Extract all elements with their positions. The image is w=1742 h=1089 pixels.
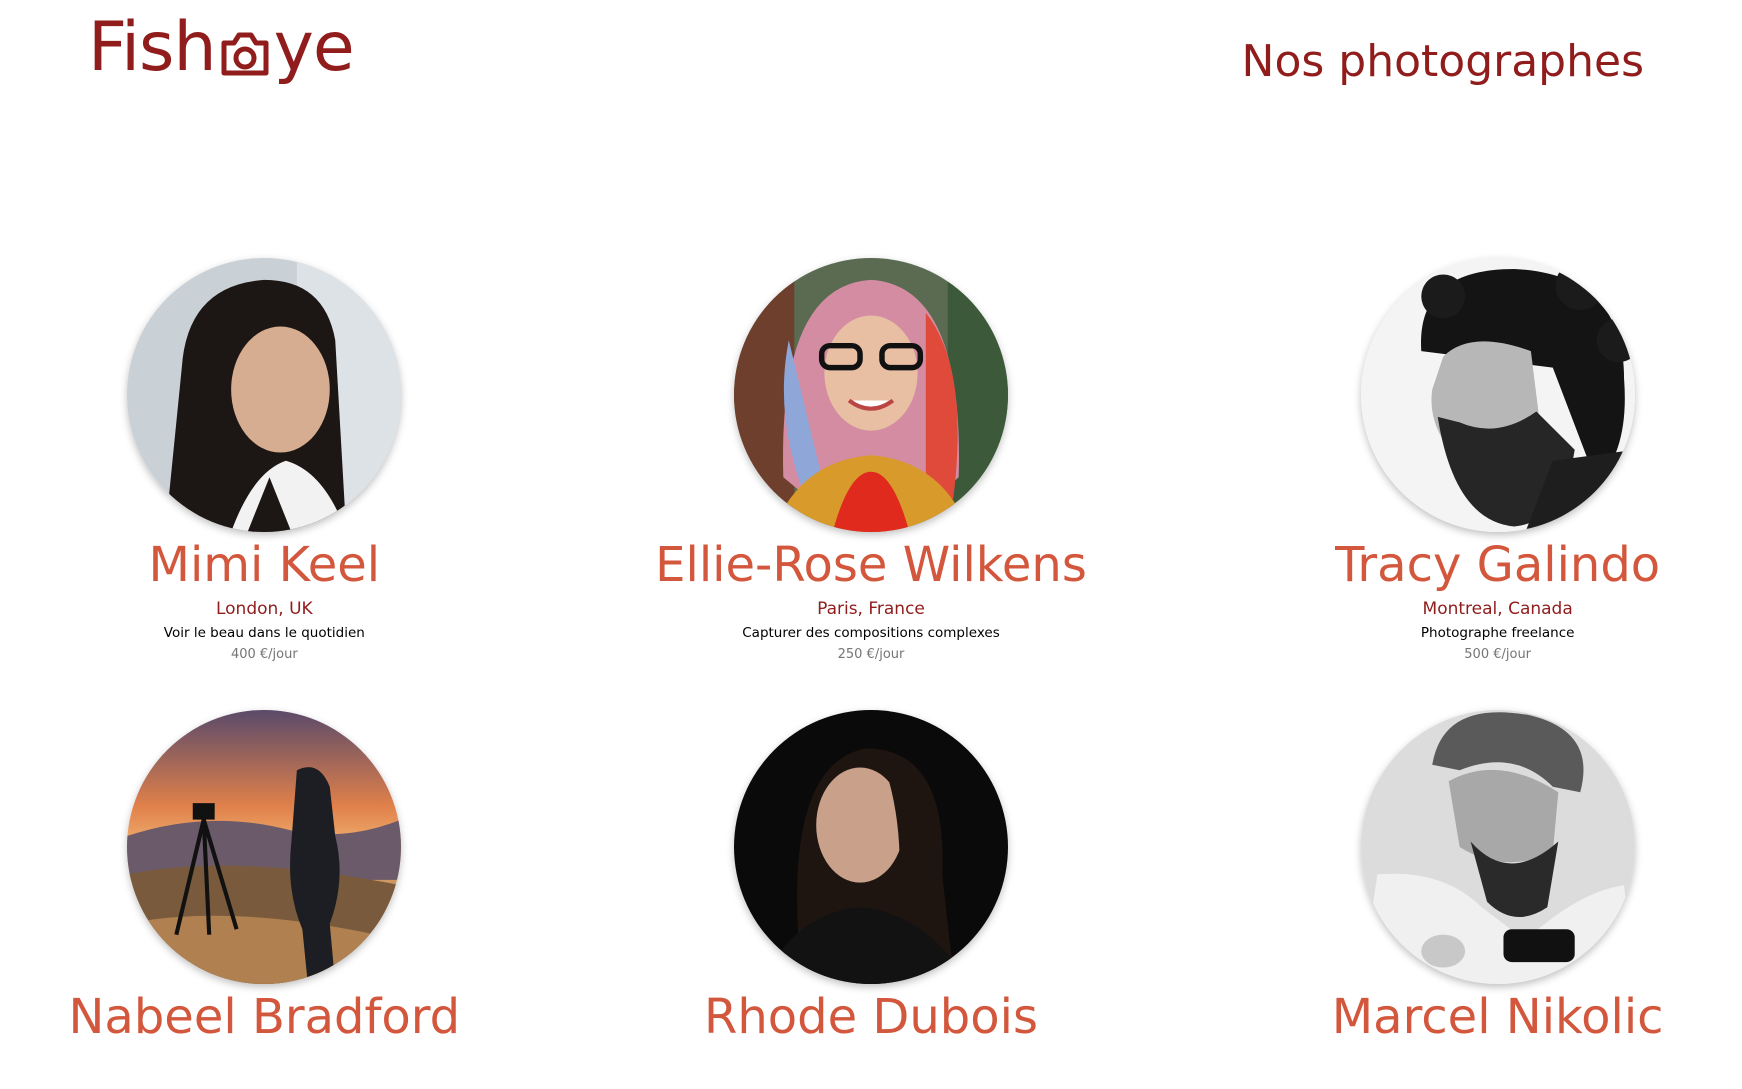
photographer-name[interactable]: Ellie-Rose Wilkens	[655, 537, 1087, 593]
fisheye-logo[interactable]: Fish ye	[88, 8, 355, 87]
camera-icon	[218, 25, 272, 79]
photographer-card[interactable]: Tracy Galindo Montreal, Canada Photograp…	[1207, 258, 1742, 662]
photographer-name[interactable]: Rhode Dubois	[704, 989, 1038, 1045]
photographer-portrait[interactable]	[733, 710, 1008, 985]
logo-text-end: ye	[273, 8, 355, 87]
photographer-card[interactable]: Marcel Nikolic	[1207, 710, 1742, 1045]
photographer-card[interactable]: Mimi Keel London, UK Voir le beau dans l…	[0, 258, 555, 662]
photographer-location: London, UK	[215, 599, 313, 620]
photographer-portrait[interactable]	[1360, 710, 1635, 985]
photographer-price: 500 €/jour	[1464, 647, 1532, 663]
photographer-portrait[interactable]	[733, 258, 1008, 532]
photographer-tagline: Voir le beau dans le quotidien	[163, 625, 365, 642]
photographer-tagline: Capturer des compositions complexes	[742, 625, 1000, 642]
photographer-card[interactable]: Ellie-Rose Wilkens Paris, France Capture…	[581, 258, 1162, 662]
photographer-name[interactable]: Mimi Keel	[149, 537, 381, 593]
logo-text-start: Fish	[88, 8, 217, 87]
photographer-card[interactable]: Rhode Dubois	[581, 710, 1162, 1045]
photographer-price: 400 €/jour	[230, 647, 298, 663]
page-header: Fish ye Nos photographes	[0, 0, 1742, 130]
photographer-name[interactable]: Nabeel Bradford	[69, 989, 461, 1045]
photographers-grid: Mimi Keel London, UK Voir le beau dans l…	[0, 258, 1742, 1045]
photographer-card[interactable]: Nabeel Bradford	[0, 710, 555, 1045]
photographer-location: Paris, France	[817, 599, 925, 620]
photographer-price: 250 €/jour	[837, 647, 905, 663]
photographer-portrait[interactable]	[127, 710, 402, 985]
photographer-location: Montreal, Canada	[1422, 599, 1573, 620]
photographer-name[interactable]: Tracy Galindo	[1335, 537, 1660, 593]
photographer-portrait[interactable]	[127, 258, 402, 532]
photographer-tagline: Photographe freelance	[1420, 625, 1575, 642]
page-title: Nos photographes	[1241, 36, 1644, 87]
photographer-portrait[interactable]	[1360, 258, 1635, 532]
photographer-name[interactable]: Marcel Nikolic	[1332, 989, 1664, 1045]
